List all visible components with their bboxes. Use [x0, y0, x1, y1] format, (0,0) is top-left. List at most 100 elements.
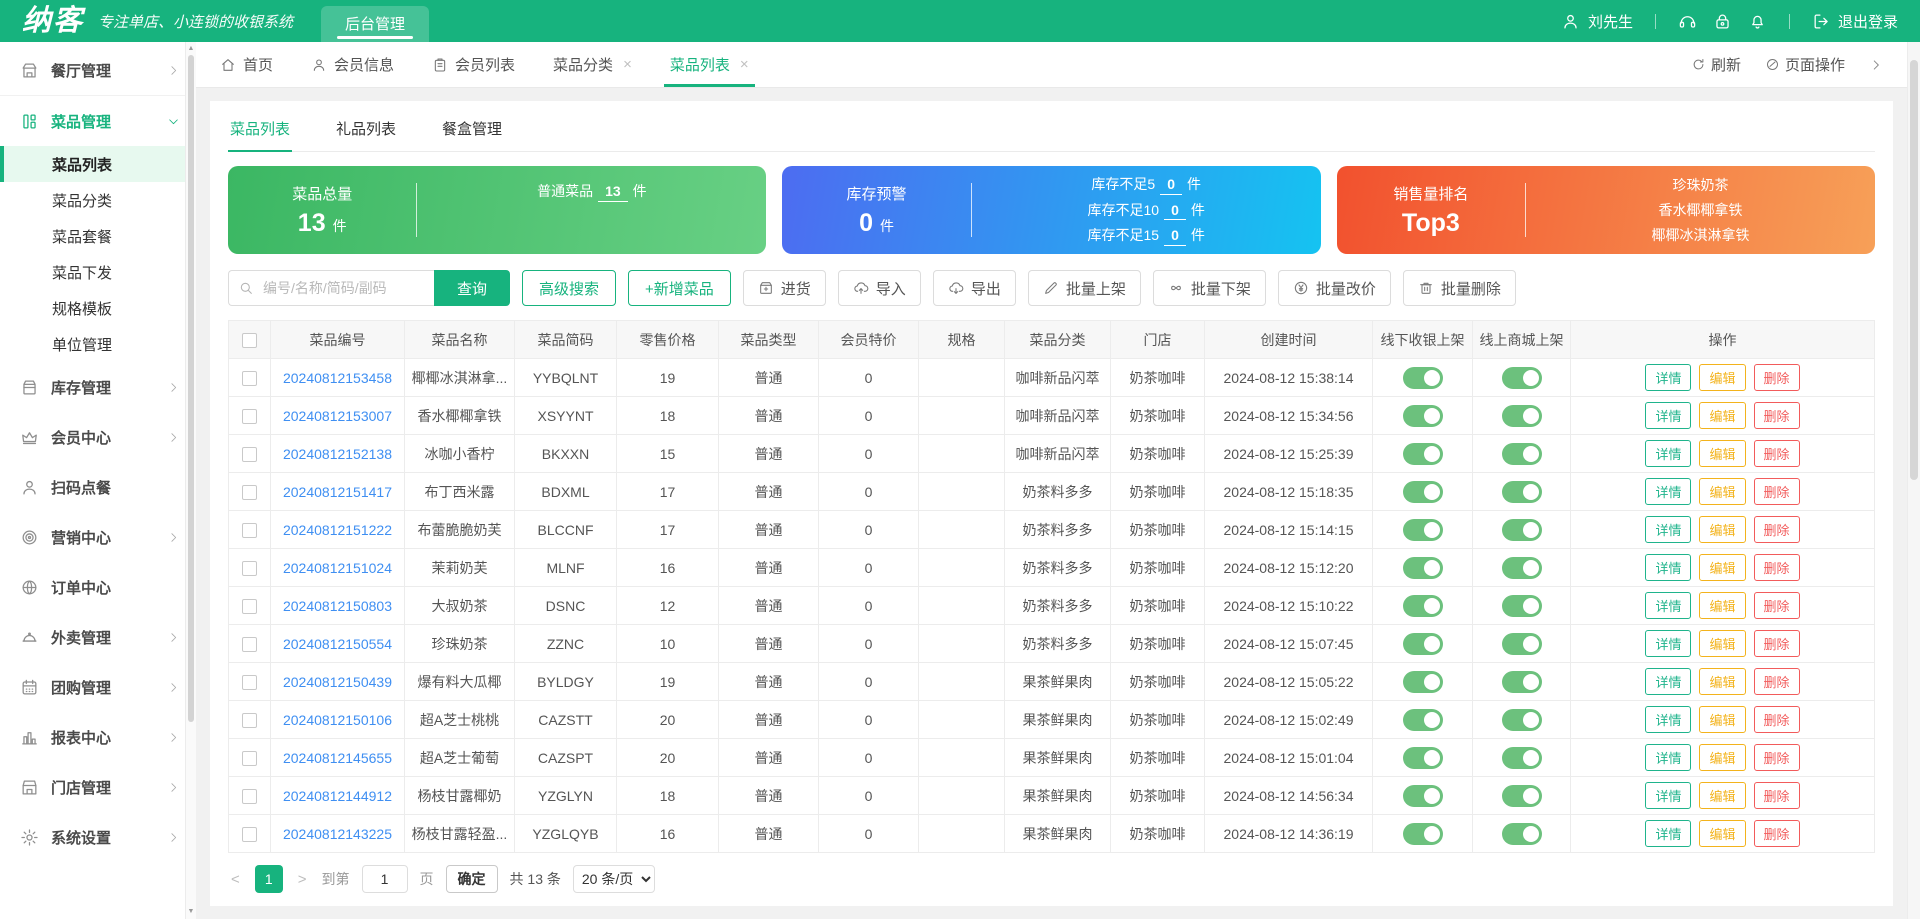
delete-button[interactable]: 删除 [1753, 820, 1800, 847]
row-checkbox[interactable] [242, 788, 257, 804]
sidebar-item-inventory[interactable]: 库存管理 [0, 362, 196, 412]
online-toggle[interactable] [1501, 366, 1542, 389]
sidebar-item-takeout[interactable]: 外卖管理 [0, 612, 196, 662]
online-toggle[interactable] [1501, 670, 1542, 693]
online-toggle[interactable] [1501, 822, 1542, 845]
delete-button[interactable]: 删除 [1753, 782, 1800, 809]
offline-toggle[interactable] [1402, 594, 1443, 617]
edit-button[interactable]: 编辑 [1699, 364, 1746, 391]
subtab-dish-list[interactable]: 菜品列表 [228, 113, 293, 152]
online-toggle[interactable] [1501, 480, 1542, 503]
row-checkbox[interactable] [242, 598, 257, 614]
purchase-button[interactable]: 进货 [742, 270, 826, 306]
user-menu[interactable]: 刘先生 [1561, 11, 1633, 32]
delete-button[interactable]: 删除 [1753, 364, 1800, 391]
batch-off-button[interactable]: 批量下架 [1152, 270, 1266, 306]
delete-button[interactable]: 删除 [1753, 630, 1800, 657]
edit-button[interactable]: 编辑 [1699, 554, 1746, 581]
online-toggle[interactable] [1501, 746, 1542, 769]
detail-button[interactable]: 详情 [1645, 402, 1692, 429]
online-toggle[interactable] [1501, 518, 1542, 541]
detail-button[interactable]: 详情 [1645, 592, 1692, 619]
offline-toggle[interactable] [1402, 442, 1443, 465]
goto-page-input[interactable] [361, 865, 408, 893]
stock-warning-count[interactable]: 0 [1164, 227, 1186, 246]
delete-button[interactable]: 删除 [1753, 668, 1800, 695]
detail-button[interactable]: 详情 [1645, 516, 1692, 543]
detail-button[interactable]: 详情 [1645, 554, 1692, 581]
bell-icon[interactable] [1748, 12, 1767, 31]
offline-toggle[interactable] [1402, 366, 1443, 389]
edit-button[interactable]: 编辑 [1699, 668, 1746, 695]
row-checkbox[interactable] [242, 484, 257, 500]
row-checkbox[interactable] [242, 446, 257, 462]
edit-button[interactable]: 编辑 [1699, 706, 1746, 733]
row-checkbox[interactable] [242, 560, 257, 576]
sidebar-item-scan-order[interactable]: 扫码点餐 [0, 462, 196, 512]
delete-button[interactable]: 删除 [1753, 706, 1800, 733]
edit-button[interactable]: 编辑 [1699, 478, 1746, 505]
row-checkbox[interactable] [242, 750, 257, 766]
tab-dish-category[interactable]: 菜品分类 × [553, 42, 632, 87]
delete-button[interactable]: 删除 [1753, 554, 1800, 581]
online-toggle[interactable] [1501, 784, 1542, 807]
stock-warning-count[interactable]: 0 [1160, 176, 1182, 195]
row-checkbox[interactable] [242, 712, 257, 728]
row-checkbox[interactable] [242, 522, 257, 538]
logout-button[interactable]: 退出登录 [1812, 11, 1898, 32]
sidebar-subitem-dish-category[interactable]: 菜品分类 [0, 182, 196, 218]
row-checkbox[interactable] [242, 674, 257, 690]
sidebar-item-groupbuy[interactable]: 团购管理 [0, 662, 196, 712]
current-page-button[interactable]: 1 [254, 865, 283, 893]
export-button[interactable]: 导出 [932, 270, 1016, 306]
prev-page-icon[interactable]: < [228, 871, 243, 888]
dish-id-link[interactable]: 20240812153458 [283, 370, 392, 386]
tab-member-list[interactable]: 会员列表 [432, 42, 515, 87]
dish-id-link[interactable]: 20240812145655 [283, 750, 392, 766]
delete-button[interactable]: 删除 [1753, 402, 1800, 429]
refresh-button[interactable]: 刷新 [1691, 54, 1741, 75]
dish-id-link[interactable]: 20240812151417 [283, 484, 392, 500]
detail-button[interactable]: 详情 [1645, 706, 1692, 733]
dish-id-link[interactable]: 20240812150803 [283, 598, 392, 614]
chevron-right-icon[interactable] [1869, 58, 1883, 72]
scroll-down-arrow-icon[interactable]: ▼ [186, 907, 196, 917]
dish-id-link[interactable]: 20240812151222 [283, 522, 392, 538]
delete-button[interactable]: 删除 [1753, 592, 1800, 619]
batch-price-button[interactable]: 批量改价 [1277, 270, 1391, 306]
page-scroll-thumb[interactable] [1910, 60, 1918, 480]
import-button[interactable]: 导入 [837, 270, 921, 306]
online-toggle[interactable] [1501, 404, 1542, 427]
dish-id-link[interactable]: 20240812153007 [283, 408, 392, 424]
lock-icon[interactable] [1713, 12, 1732, 31]
edit-button[interactable]: 编辑 [1699, 820, 1746, 847]
subtab-gift-list[interactable]: 礼品列表 [334, 113, 398, 151]
dish-id-link[interactable]: 20240812144912 [283, 788, 392, 804]
row-checkbox[interactable] [242, 826, 257, 842]
sidebar-item-settings[interactable]: 系统设置 [0, 812, 196, 862]
advanced-search-button[interactable]: 高级搜索 [522, 270, 617, 306]
online-toggle[interactable] [1501, 556, 1542, 579]
edit-button[interactable]: 编辑 [1699, 516, 1746, 543]
row-checkbox[interactable] [242, 636, 257, 652]
edit-button[interactable]: 编辑 [1699, 782, 1746, 809]
edit-button[interactable]: 编辑 [1699, 630, 1746, 657]
offline-toggle[interactable] [1402, 556, 1443, 579]
dish-id-link[interactable]: 20240812143225 [283, 826, 392, 842]
select-all-checkbox[interactable] [242, 332, 257, 348]
sidebar-item-store[interactable]: 门店管理 [0, 762, 196, 812]
dish-id-link[interactable]: 20240812152138 [283, 446, 392, 462]
sidebar-scrollbar[interactable]: ▲ ▼ [185, 42, 196, 919]
offline-toggle[interactable] [1402, 404, 1443, 427]
scroll-up-arrow-icon[interactable]: ▲ [186, 44, 196, 54]
close-icon[interactable]: × [623, 56, 632, 73]
tab-home[interactable]: 首页 [220, 42, 273, 87]
online-toggle[interactable] [1501, 442, 1542, 465]
detail-button[interactable]: 详情 [1645, 440, 1692, 467]
next-page-icon[interactable]: > [295, 871, 310, 888]
detail-button[interactable]: 详情 [1645, 782, 1692, 809]
sidebar-subitem-unit-management[interactable]: 单位管理 [0, 326, 196, 362]
query-button[interactable]: 查询 [434, 270, 510, 306]
offline-toggle[interactable] [1402, 784, 1443, 807]
confirm-page-button[interactable]: 确定 [445, 865, 498, 893]
